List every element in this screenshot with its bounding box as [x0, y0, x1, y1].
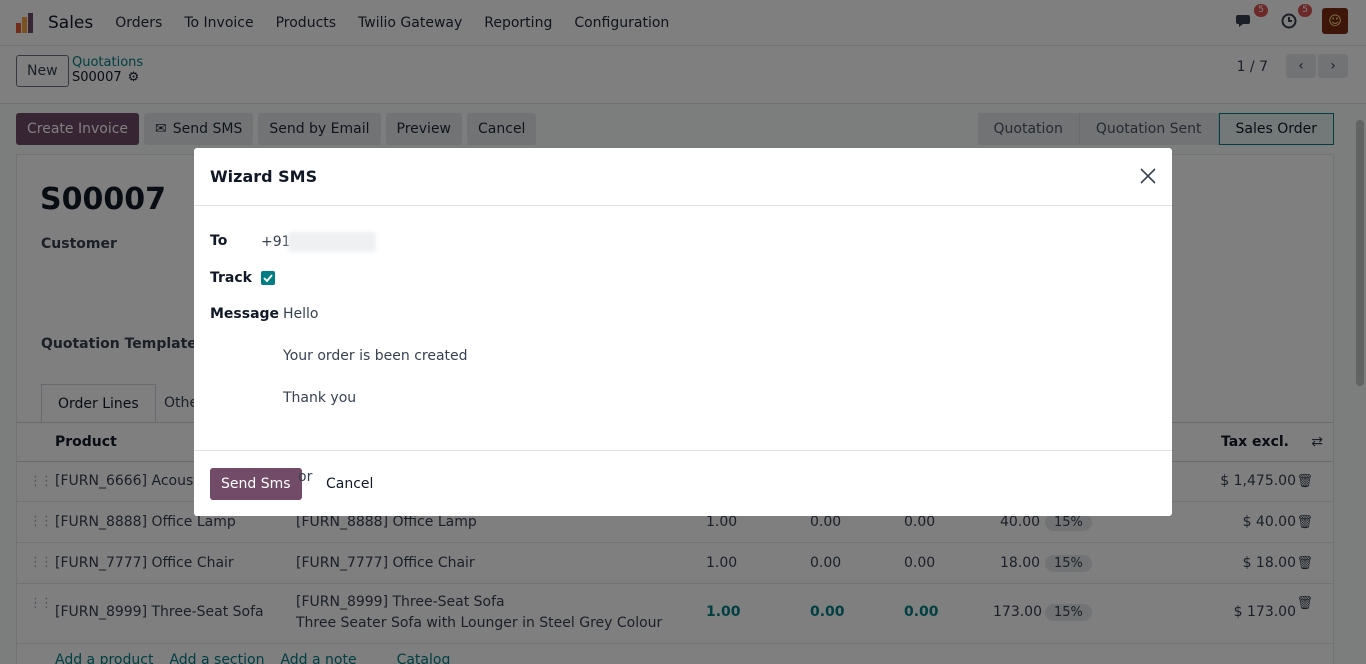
redacted-phone-number [288, 232, 376, 252]
message-line: Hello [283, 306, 319, 322]
message-line: Thank you [283, 390, 357, 406]
message-label: Message [210, 306, 280, 322]
dialog-header: Wizard SMS [194, 148, 1172, 206]
dialog-cancel-button[interactable]: Cancel [326, 476, 373, 492]
sms-wizard-dialog: Wizard SMS To +91 Track Message Hello Yo… [194, 148, 1172, 516]
message-line: Your order is been created [283, 348, 468, 364]
check-icon [263, 274, 273, 283]
track-checkbox[interactable] [261, 271, 275, 285]
message-textarea[interactable]: Hello Your order is been created Thank y… [283, 306, 1143, 416]
close-icon[interactable] [1138, 166, 1158, 186]
to-field[interactable]: +91 [261, 234, 291, 250]
send-sms-confirm-button[interactable]: Send Sms [210, 468, 302, 500]
or-text: or [298, 469, 313, 485]
track-label: Track [210, 270, 252, 286]
dialog-title: Wizard SMS [210, 167, 318, 186]
to-label: To [210, 233, 228, 249]
dialog-footer: Send Sms or Cancel [194, 450, 1172, 516]
